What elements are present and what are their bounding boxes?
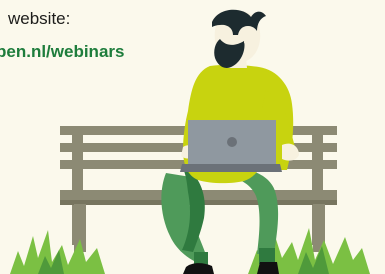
left-sock [194,252,208,265]
right-sock [259,248,275,264]
laptop-base [180,164,282,172]
laptop-logo-icon [227,137,237,147]
left-shoe-icon [183,263,214,274]
right-shoe-icon [257,262,279,274]
person-on-bench-illustration [10,9,370,274]
webinar-banner: website: pen.nl/webinars [0,0,385,274]
